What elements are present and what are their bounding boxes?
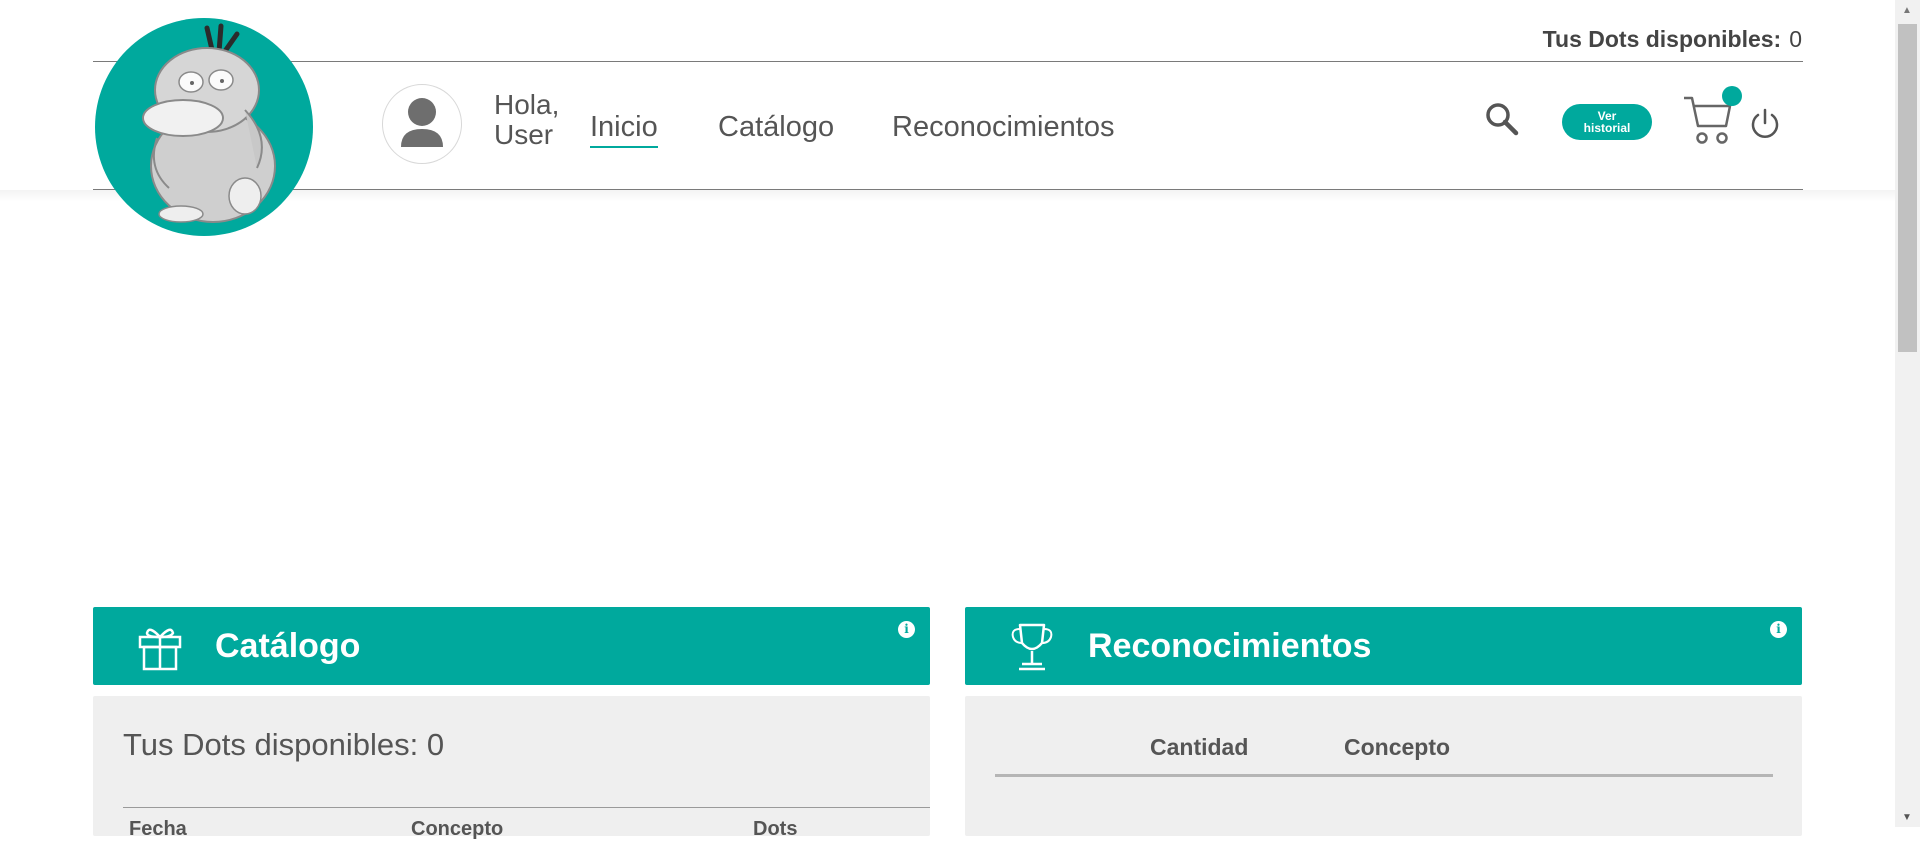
catalog-col-dots: Dots (753, 818, 798, 840)
catalog-panel-title: Catálogo (215, 627, 361, 665)
greeting-username: User (494, 119, 554, 150)
recognitions-info-icon[interactable]: i (1770, 621, 1787, 638)
trophy-icon (1011, 623, 1053, 671)
header-divider-top (93, 61, 1803, 62)
recognitions-table-divider (995, 774, 1773, 777)
dots-available-indicator: Tus Dots disponibles: 0 (1543, 26, 1802, 53)
cart-button[interactable] (1682, 86, 1742, 146)
scrollbar-thumb[interactable] (1898, 24, 1917, 352)
user-avatar-icon (401, 98, 443, 147)
nav-reconocimientos[interactable]: Reconocimientos (892, 111, 1114, 144)
scroll-up-arrow-icon[interactable]: ▲ (1902, 5, 1912, 16)
recognitions-panel-header: Reconocimientos i (965, 607, 1802, 685)
catalog-info-icon[interactable]: i (898, 621, 915, 638)
power-icon[interactable] (1748, 106, 1782, 145)
catalog-col-fecha: Fecha (129, 818, 187, 840)
recognitions-panel-title: Reconocimientos (1088, 627, 1372, 665)
view-history-button[interactable]: Ver historial (1562, 104, 1652, 140)
user-avatar[interactable] (382, 84, 462, 164)
nav-catalogo[interactable]: Catálogo (718, 111, 834, 144)
brand-logo[interactable] (95, 18, 313, 236)
view-history-line2: historial (1583, 121, 1631, 135)
gift-icon (138, 628, 182, 671)
catalog-dots-text: Tus Dots disponibles: 0 (123, 727, 445, 762)
duck-mascot-icon (142, 23, 276, 223)
catalog-col-concepto: Concepto (411, 818, 504, 840)
nav-inicio[interactable]: Inicio (590, 111, 658, 148)
catalog-table-divider (123, 807, 930, 808)
search-icon[interactable] (1485, 102, 1519, 141)
dots-available-label: Tus Dots disponibles: (1542, 26, 1782, 52)
recognitions-panel-body: Cantidad Concepto (965, 696, 1802, 836)
cart-count-badge (1722, 86, 1742, 106)
user-greeting: Hola, User (494, 90, 559, 150)
dots-available-value: 0 (1789, 26, 1802, 52)
greeting-hello: Hola, (494, 89, 560, 120)
page-scrollbar[interactable]: ▲ ▼ (1895, 0, 1920, 827)
catalog-panel-body: Tus Dots disponibles: 0 Fecha Concepto D… (93, 696, 930, 840)
recognitions-col-cantidad: Cantidad (1150, 734, 1249, 760)
scroll-down-arrow-icon[interactable]: ▼ (1902, 812, 1912, 823)
catalog-panel-header: Catálogo i (93, 607, 930, 685)
recognitions-col-concepto: Concepto (1344, 734, 1451, 760)
